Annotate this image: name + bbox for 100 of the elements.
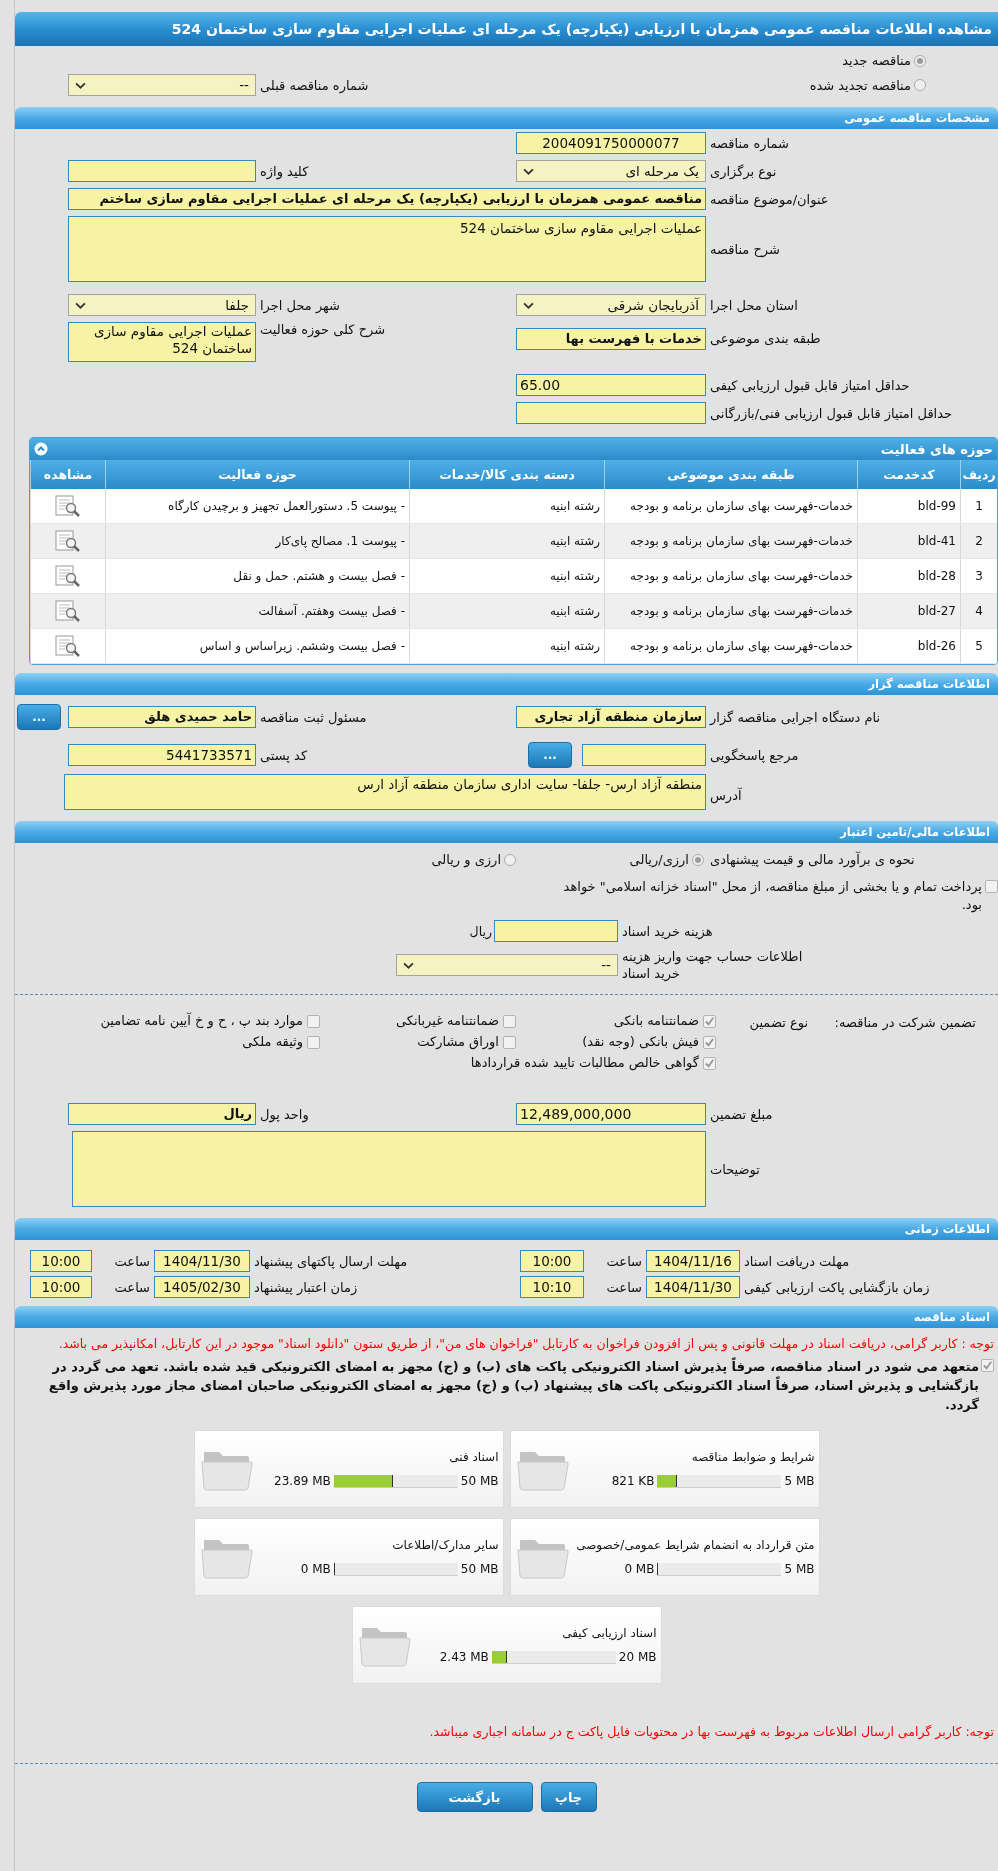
column-header: ردیف <box>960 460 997 489</box>
select-field[interactable]: آذربایجان شرقی <box>516 294 706 316</box>
chevron-down-icon <box>403 961 414 969</box>
size-used: 2.43 MB <box>439 1650 489 1664</box>
checkbox-label: فیش بانکی (وجه نقد) <box>582 1034 699 1049</box>
table-cell: bld-28 <box>857 558 961 594</box>
select-field[interactable]: -- <box>396 954 618 976</box>
input-field[interactable]: سازمان منطقه آزاد تجاری <box>516 706 706 728</box>
checkbox[interactable] <box>985 880 998 893</box>
checkbox[interactable] <box>703 1036 716 1049</box>
select-field[interactable]: یک مرحله ای <box>516 160 706 182</box>
option-label: ارزی و ریالی <box>431 852 501 867</box>
table-cell: 2 <box>960 523 997 559</box>
section-title: اطلاعات مناقصه گزار <box>868 677 990 691</box>
input-field[interactable]: 5441733571 <box>68 744 256 766</box>
size-limit: 5 MB <box>784 1474 815 1488</box>
field-label: طبقه بندی موضوعی <box>709 330 822 346</box>
column-header: مشاهده <box>30 460 106 489</box>
checkbox[interactable] <box>307 1036 320 1049</box>
input-field[interactable]: 10:00 <box>30 1276 92 1298</box>
field-label: شرح مناقصه <box>709 241 781 257</box>
input-field[interactable]: 12,489,000,000 <box>516 1103 706 1125</box>
table-cell: - پیوست 5. دستورالعمل تجهیز و برچیدن کارگاه <box>105 489 410 524</box>
input-field[interactable]: خدمات با فهرست بها <box>516 328 706 350</box>
table-cell: رشته ابنیه <box>409 489 605 524</box>
input-field[interactable]: حامد حمیدی هلق <box>68 706 256 728</box>
action-button[interactable]: چاپ <box>540 1782 597 1812</box>
option-label: مناقصه تجدید شده <box>809 77 911 93</box>
table-cell: 4 <box>960 593 997 629</box>
radio-button[interactable] <box>914 54 926 67</box>
text-area[interactable]: عملیات اجرایی مقاوم سازی ساختمان 524 <box>68 322 256 362</box>
checkbox-label: گواهی خالص مطالبات تایید شده قراردادها <box>470 1055 699 1070</box>
table-cell: bld-26 <box>857 628 961 664</box>
notice-text: توجه : کاربر گرامی، دریافت اسناد در مهلت قانونی و پس از افزودن فراخوان به کارتابل "فراخوان های من"، از طریق ستون "دانلود اسناد" موجود در این کارتابل، امکانپذیر می باشد. <box>57 1335 994 1353</box>
size-used: 0 MB <box>300 1562 331 1576</box>
input-field[interactable]: 2004091750000077 <box>516 132 706 154</box>
size-used: 821 KB <box>611 1474 655 1488</box>
document-magnifier-icon[interactable] <box>55 599 81 623</box>
action-button[interactable]: بازگشت <box>416 1782 533 1812</box>
text-area[interactable]: عملیات اجرایی مقاوم سازی ساختمان 524 <box>68 216 706 282</box>
field-label: توضیحات <box>709 1161 761 1177</box>
checkbox[interactable] <box>703 1015 716 1028</box>
select-field[interactable]: -- <box>68 74 256 96</box>
table-cell: خدمات-فهرست بهای سازمان برنامه و بودجه <box>604 593 858 629</box>
checkbox[interactable] <box>703 1057 716 1070</box>
checkbox[interactable] <box>503 1015 516 1028</box>
document-magnifier-icon[interactable] <box>55 494 81 518</box>
input-field[interactable] <box>516 402 706 424</box>
table-cell: - فصل بیست وششم. زیراساس و اساس <box>105 628 410 664</box>
input-field[interactable]: مناقصه عمومی همزمان با ارزیابی (یکپارچه) یک مرحله ای عملیات اجرایی مقاوم سازی ساختم <box>68 188 706 210</box>
table-cell: 5 <box>960 628 997 664</box>
field-label: کلید واژه <box>259 163 310 179</box>
document-magnifier-icon[interactable] <box>55 564 81 588</box>
table-cell: خدمات-فهرست بهای سازمان برنامه و بودجه <box>604 489 858 524</box>
size-used: 23.89 MB <box>274 1474 331 1488</box>
panel-title: حوزه های فعالیت <box>880 441 993 457</box>
table-cell: 1 <box>960 489 997 524</box>
field-label: شرح کلی حوزه فعالیت <box>259 322 387 337</box>
radio-button[interactable] <box>914 79 926 91</box>
input-field[interactable]: 10:00 <box>520 1250 584 1272</box>
radio-button[interactable] <box>504 853 516 866</box>
option-label: ارزی/ریالی <box>629 852 689 867</box>
field-label: مهلت ارسال پاکتهای پیشنهاد <box>253 1253 409 1269</box>
checkbox[interactable] <box>503 1036 516 1049</box>
input-field[interactable]: 1404/11/16 <box>646 1250 740 1272</box>
checkbox[interactable] <box>307 1015 320 1028</box>
field-label: مرجع پاسخگویی <box>709 747 800 763</box>
size-limit: 20 MB <box>618 1650 657 1664</box>
document-magnifier-icon[interactable] <box>55 634 81 658</box>
table-cell: - فصل بیست و هشتم. حمل و نقل <box>105 558 410 594</box>
input-field[interactable] <box>582 744 706 766</box>
checkbox[interactable] <box>981 1359 994 1372</box>
field-label: مسئول ثبت مناقصه <box>259 709 368 725</box>
select-field[interactable]: جلفا <box>68 294 256 316</box>
field-label: نوع برگزاری <box>709 163 778 179</box>
section-title: اسناد مناقصه <box>913 1310 990 1324</box>
text-area[interactable] <box>72 1131 706 1207</box>
collapse-icon[interactable] <box>34 442 48 456</box>
field-label: هزینه خرید اسناد <box>621 923 714 939</box>
table-cell: bld-99 <box>857 489 961 524</box>
browse-button[interactable]: ... <box>17 704 61 730</box>
input-field[interactable]: 65.00 <box>516 374 706 396</box>
input-field[interactable]: 10:10 <box>520 1276 584 1298</box>
input-field[interactable]: 10:00 <box>30 1250 92 1272</box>
document-magnifier-icon[interactable] <box>55 529 81 553</box>
column-header: دسته بندی کالا/خدمات <box>409 460 605 489</box>
browse-button[interactable]: ... <box>528 742 572 768</box>
input-field[interactable] <box>494 920 618 942</box>
field-label: حداقل امتیاز قابل قبول ارزیابی فنی/بازرگانی <box>709 405 954 421</box>
radio-button[interactable] <box>692 853 704 866</box>
input-field[interactable]: 1404/11/30 <box>646 1276 740 1298</box>
input-field[interactable] <box>68 160 256 182</box>
field-label: نوع تضمین <box>748 1014 808 1030</box>
input-field[interactable]: ریال <box>68 1103 256 1125</box>
input-field[interactable]: 1404/11/30 <box>154 1250 250 1272</box>
input-field[interactable]: 1405/02/30 <box>154 1276 250 1298</box>
checkbox-label: اوراق مشارکت <box>417 1034 499 1049</box>
commitment-text: متعهد می شود در اسناد مناقصه، صرفاً پذیرش اسناد الکترونیکی پاکت های (ب) و (ج) مجهز به امضای الکترونیکی قید شده باشد. تعهد می گردد در بازگشایی و پذیرش اسناد، صرفاً اسناد الکترونیکی پاکت های پیشنهاد (ب) و (ج) مجهز به امضای الکترونیکی صاحبان امضای مجاز مورد پذیرش واقع گردد. <box>47 1357 979 1414</box>
table-cell: رشته ابنیه <box>409 558 605 594</box>
text-area[interactable]: منطقه آزاد ارس- جلفا- سایت اداری سازمان منطقه آزاد ارس <box>64 774 706 810</box>
